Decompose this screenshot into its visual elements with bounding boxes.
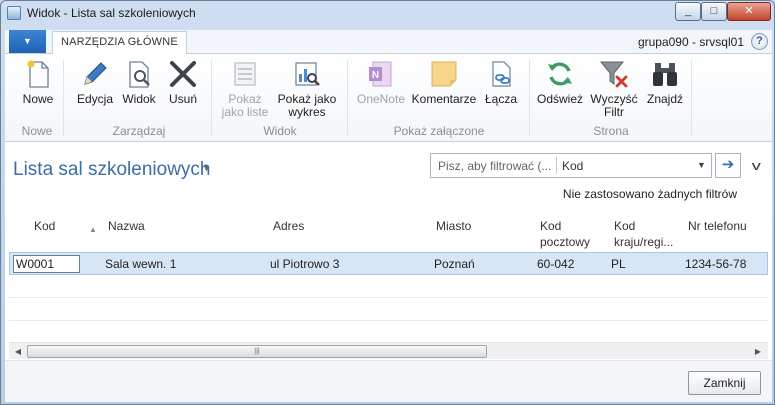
help-icon[interactable]: ? (751, 33, 768, 50)
group-label-view: Widok (263, 124, 297, 138)
tab-home[interactable]: NARZĘDZIA GŁÓWNE (52, 31, 187, 54)
cell-adres[interactable]: ul Piotrowo 3 (270, 257, 339, 271)
horizontal-scrollbar[interactable]: ◀ ||| ▶ (9, 342, 768, 359)
page-title: Lista sal szkoleniowych (13, 159, 211, 180)
collapse-filter-pane-icon[interactable]: v (752, 158, 761, 173)
clear-filter-button[interactable]: Wyczyść Filtr (587, 58, 641, 119)
server-label: grupa090 - srvsql01 (637, 35, 744, 49)
table-row-empty (9, 298, 768, 321)
column-header-adres[interactable]: Adres (273, 218, 304, 234)
view-button[interactable]: Widok (119, 58, 159, 106)
new-button[interactable]: Nowe (19, 58, 57, 106)
ribbon-separator (211, 60, 212, 136)
application-menu-button[interactable]: ▼ (9, 30, 46, 53)
data-grid: Kod ▲ Nazwa Adres Miasto Kod pocztowy Ko… (9, 210, 768, 345)
cell-kod[interactable]: W0001 (13, 255, 80, 273)
pencil-icon (84, 62, 107, 85)
filter-divider (556, 157, 557, 174)
column-header-kod-pocztowy[interactable]: Kod pocztowy (540, 218, 590, 250)
filter-field-select[interactable]: Kod (562, 159, 583, 173)
ribbon-button-label: Pokaż jako wykres (277, 92, 337, 119)
table-row-empty (9, 275, 768, 298)
close-window-button[interactable]: ✕ (727, 2, 771, 21)
ribbon-button-label: Wyczyść Filtr (590, 92, 638, 119)
title-bar[interactable]: Widok - Lista sal szkoleniowych _ □ ✕ (1, 1, 774, 25)
ribbon-separator (529, 60, 530, 136)
ribbon-separator (63, 60, 64, 136)
group-label-new: Nowe (21, 124, 53, 138)
minimize-button[interactable]: _ (675, 2, 701, 21)
cell-kod-kraju[interactable]: PL (611, 257, 626, 271)
column-header-kod-kraju[interactable]: Kod kraju/regi... (614, 218, 673, 250)
list-view-icon (234, 62, 256, 86)
scroll-right-icon[interactable]: ▶ (751, 345, 765, 358)
comments-button[interactable]: Komentarze (411, 58, 477, 106)
link-icon (492, 61, 511, 87)
refresh-icon (548, 62, 572, 86)
delete-button[interactable]: Usuń (165, 58, 201, 106)
sort-ascending-icon: ▲ (89, 225, 97, 234)
filter-box: Kod ▼ (430, 153, 712, 178)
group-label-page: Strona (593, 124, 629, 138)
cell-nazwa[interactable]: Sala wewn. 1 (105, 257, 176, 271)
cell-miasto[interactable]: Poznań (434, 257, 475, 271)
new-document-icon (27, 60, 49, 88)
view-document-icon (129, 61, 150, 88)
group-label-manage: Zarządzaj (112, 124, 166, 138)
links-button[interactable]: Łącza (481, 58, 521, 106)
ribbon-button-label: Usuń (168, 92, 197, 106)
ribbon-tab-bar: ▼ NARZĘDZIA GŁÓWNE grupa090 - srvsql01 ? (5, 30, 772, 54)
chart-view-icon (295, 62, 320, 86)
onenote-icon: N (369, 61, 392, 87)
ribbon-button-label: OneNote (356, 92, 406, 106)
edit-button[interactable]: Edycja (75, 58, 115, 106)
column-header-kod[interactable]: Kod (34, 218, 55, 234)
cell-nr-telefonu[interactable]: 1234-56-78 (685, 257, 746, 271)
ribbon-button-label: Widok (122, 92, 156, 106)
group-label-attachments: Pokaż załączone (393, 124, 485, 138)
show-as-list-button[interactable]: Pokaż jako liste (219, 58, 271, 119)
scroll-left-icon[interactable]: ◀ (11, 345, 25, 358)
refresh-button[interactable]: Odśwież (535, 58, 585, 106)
ribbon-button-label: Łącza (484, 92, 518, 106)
cell-kod-pocztowy[interactable]: 60-042 (537, 257, 574, 271)
apply-filter-arrow-icon[interactable]: ➔ (715, 153, 741, 178)
window-title: Widok - Lista sal szkoleniowych (27, 6, 196, 20)
ribbon-button-label: Edycja (76, 92, 114, 106)
filter-status: Nie zastosowano żadnych filtrów (562, 187, 737, 201)
ribbon-button-label: Nowe (22, 92, 54, 106)
page-title-menu-icon[interactable]: ▼ (202, 163, 211, 173)
find-button[interactable]: Znajdź (643, 58, 687, 106)
svg-text:N: N (372, 70, 379, 81)
chevron-down-icon[interactable]: ▼ (697, 160, 706, 170)
clear-filter-icon (599, 61, 628, 88)
app-icon (7, 6, 21, 20)
ribbon-button-label: Znajdź (646, 92, 684, 106)
ribbon-separator (691, 60, 692, 136)
app-window: Widok - Lista sal szkoleniowych _ □ ✕ ▼ … (0, 0, 775, 405)
close-button[interactable]: Zamknij (688, 371, 761, 395)
ribbon-button-label: Komentarze (411, 92, 477, 106)
table-row[interactable]: W0001 Sala wewn. 1 ul Piotrowo 3 Poznań … (9, 252, 768, 275)
ribbon: Nowe Edycja Widok Usuń Pokaż jako liste … (5, 54, 772, 142)
ribbon-separator (347, 60, 348, 136)
list-page: Lista sal szkoleniowych ▼ Kod ▼ ➔ v Nie … (5, 142, 772, 402)
table-row-empty (9, 321, 768, 344)
scrollbar-thumb[interactable]: ||| (27, 345, 487, 358)
binoculars-icon (653, 63, 677, 86)
note-icon (431, 61, 457, 87)
column-header-nr-telefonu[interactable]: Nr telefonu (688, 218, 747, 234)
footer-bar: Zamknij (5, 360, 772, 402)
maximize-button[interactable]: □ (701, 2, 727, 21)
filter-search-input[interactable] (432, 155, 554, 176)
onenote-button[interactable]: N OneNote (353, 58, 409, 106)
column-header-miasto[interactable]: Miasto (436, 218, 471, 234)
delete-x-icon (170, 61, 196, 87)
ribbon-button-label: Pokaż jako liste (221, 92, 269, 119)
show-as-chart-button[interactable]: Pokaż jako wykres (275, 58, 339, 119)
ribbon-button-label: Odśwież (536, 92, 583, 106)
column-header-nazwa[interactable]: Nazwa (108, 218, 145, 234)
